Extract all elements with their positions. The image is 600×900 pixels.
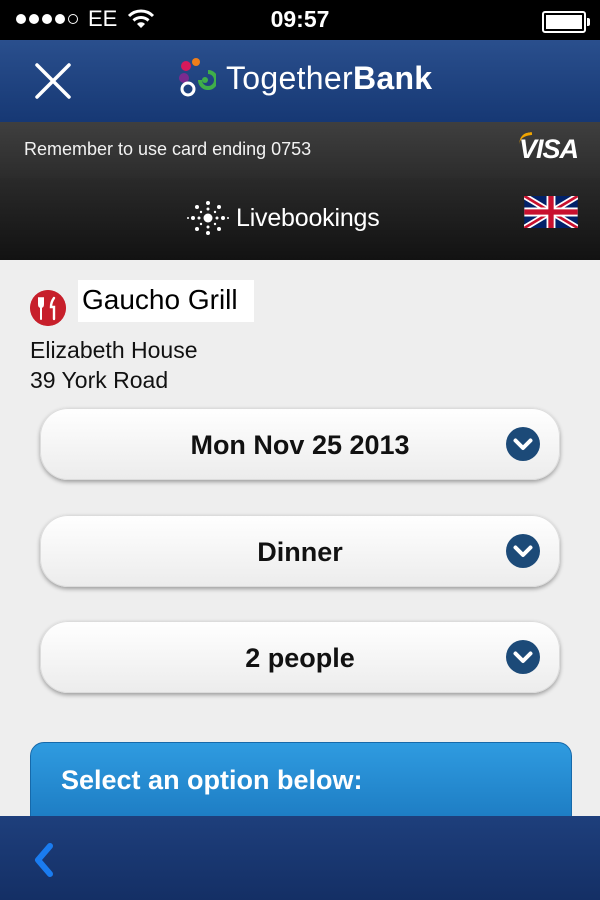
- livebookings-logo: Livebookings: [186, 196, 380, 240]
- uk-flag-icon[interactable]: [524, 196, 578, 228]
- options-panel-title: Select an option below:: [61, 765, 363, 795]
- address-line-2: 39 York Road: [30, 367, 169, 393]
- back-chevron-icon[interactable]: [30, 840, 60, 880]
- card-notice-bar: Remember to use card ending 0753 VISA: [0, 122, 600, 178]
- meal-selector[interactable]: Dinner: [40, 515, 560, 587]
- restaurant-name: Gaucho Grill: [78, 280, 254, 322]
- restaurant-cutlery-icon: [30, 290, 66, 326]
- chevron-down-icon: [506, 534, 540, 568]
- address-line-1: Elizabeth House: [30, 337, 198, 363]
- status-time: 09:57: [270, 6, 330, 32]
- app-screen: EE 09:57 TogetherBank Remember to use ca…: [0, 0, 600, 900]
- partner-bar: Livebookings: [0, 178, 600, 260]
- partner-name: Livebookings: [236, 203, 380, 232]
- party-size-value: 2 people: [245, 643, 355, 673]
- date-selector[interactable]: Mon Nov 25 2013: [40, 408, 560, 480]
- chevron-down-icon: [506, 640, 540, 674]
- brand-name: TogetherBank: [226, 60, 432, 97]
- togetherbank-logo-icon: [179, 58, 216, 97]
- meal-value: Dinner: [257, 537, 343, 567]
- battery-icon: [542, 11, 590, 33]
- visa-logo: VISA: [517, 131, 579, 165]
- card-notice-text: Remember to use card ending 0753: [24, 139, 312, 159]
- bottom-toolbar: [0, 816, 600, 900]
- app-header: TogetherBank: [0, 40, 600, 122]
- date-value: Mon Nov 25 2013: [190, 430, 410, 460]
- brand-prefix: Together: [226, 59, 353, 96]
- status-bar: EE 09:57: [0, 0, 600, 40]
- party-size-selector[interactable]: 2 people: [40, 621, 560, 693]
- brand-suffix: Bank: [352, 59, 433, 96]
- brand: TogetherBank: [176, 58, 432, 98]
- livebookings-logo-icon: [187, 201, 229, 235]
- chevron-down-icon: [506, 427, 540, 461]
- close-icon[interactable]: [28, 56, 78, 106]
- booking-content: Gaucho Grill Elizabeth House 39 York Roa…: [0, 260, 600, 834]
